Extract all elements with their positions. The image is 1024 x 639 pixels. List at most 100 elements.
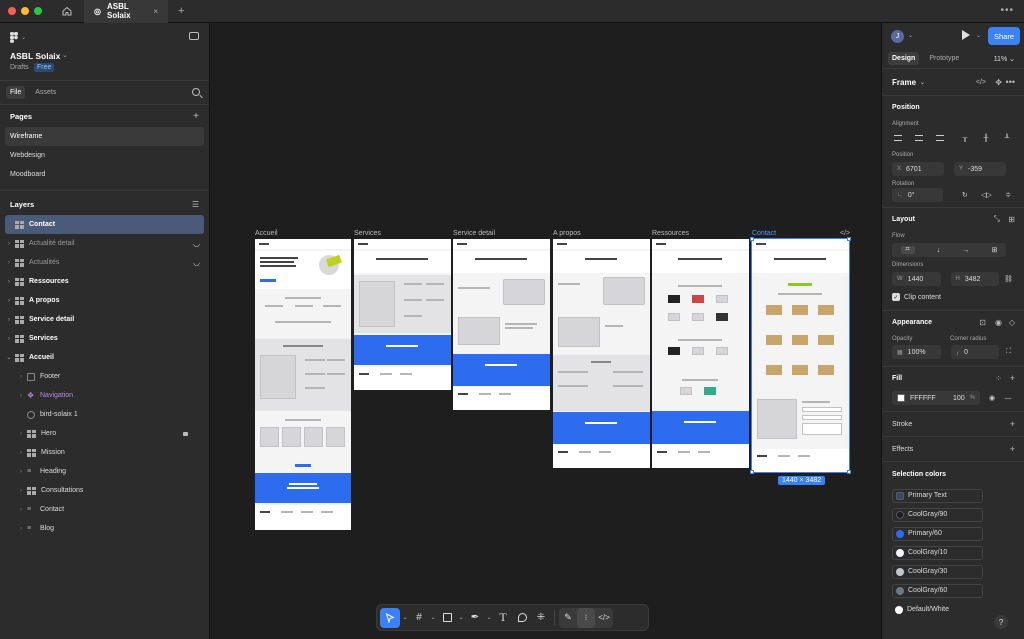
grid-layout-icon[interactable]: ⊞ bbox=[1008, 215, 1015, 224]
canvas[interactable]: Accueil Services Service detail A propos… bbox=[210, 23, 881, 639]
flip-horizontal-icon[interactable]: ◁▷ bbox=[981, 189, 993, 201]
frame-label-a-propos[interactable]: A propos bbox=[553, 230, 581, 237]
frame-tool-icon[interactable]: # bbox=[410, 608, 428, 628]
component-icon[interactable]: ✥ bbox=[995, 78, 1002, 87]
zoom-level[interactable]: 11% ⌄ bbox=[994, 55, 1015, 63]
grid-flow-icon[interactable]: ⊞ bbox=[992, 246, 998, 254]
page-item-webdesign[interactable]: Webdesign bbox=[5, 146, 204, 165]
caret-icon[interactable]: › bbox=[17, 488, 25, 494]
chevron-down-icon[interactable]: ⌄ bbox=[908, 32, 913, 39]
color-swatch[interactable] bbox=[896, 567, 904, 576]
frame-label-service-detail[interactable]: Service detail bbox=[453, 230, 495, 237]
layer-accueil[interactable]: ⌄ Accueil bbox=[5, 348, 204, 367]
dev-mode-icon[interactable]: </> bbox=[595, 608, 613, 628]
layer-blog[interactable]: › ≡ Blog bbox=[5, 519, 204, 538]
chevron-down-icon[interactable]: ⌄ bbox=[429, 608, 437, 628]
flip-vertical-icon[interactable]: ≑ bbox=[1002, 189, 1014, 201]
corner-radius-field[interactable]: ╭ 0 bbox=[950, 345, 999, 359]
remove-fill-icon[interactable]: — bbox=[1002, 392, 1014, 404]
chevron-down-icon[interactable]: ⌄ bbox=[457, 608, 465, 628]
close-window-button[interactable] bbox=[8, 7, 16, 15]
draw-mode-icon[interactable]: ✎ bbox=[559, 608, 577, 628]
layer-mission[interactable]: › Mission bbox=[5, 443, 204, 462]
color-swatch[interactable] bbox=[896, 529, 904, 538]
tab-file[interactable]: File bbox=[6, 86, 26, 99]
home-icon[interactable] bbox=[60, 4, 74, 18]
caret-icon[interactable]: › bbox=[5, 260, 13, 266]
frame-services[interactable] bbox=[354, 239, 451, 390]
clip-content-row[interactable]: ✓ Clip content bbox=[882, 288, 1024, 310]
color-swatch[interactable] bbox=[896, 586, 904, 595]
chevron-down-icon[interactable]: ⌄ bbox=[62, 51, 68, 59]
layers-options-icon[interactable]: ☰ bbox=[192, 200, 199, 209]
color-swatch[interactable] bbox=[895, 605, 903, 614]
styles-grid-icon[interactable]: ⁘ bbox=[995, 374, 1002, 383]
frame-label-ressources[interactable]: Ressources bbox=[652, 230, 689, 237]
add-stroke-icon[interactable]: + bbox=[1010, 419, 1015, 429]
frame-ressources[interactable] bbox=[652, 239, 749, 468]
new-tab-button[interactable]: + bbox=[178, 5, 184, 17]
fill-swatch[interactable] bbox=[897, 394, 905, 402]
align-top-icon[interactable]: ╥ bbox=[959, 132, 971, 144]
drop-icon[interactable]: ◇ bbox=[1009, 318, 1015, 327]
selection-color-row[interactable]: CoolGray/10 bbox=[882, 543, 1024, 562]
eye-icon[interactable]: ◉ bbox=[986, 392, 998, 404]
present-icon[interactable] bbox=[962, 30, 970, 40]
freeform-flow-icon[interactable]: ⌗ bbox=[900, 246, 915, 254]
color-swatch[interactable] bbox=[896, 510, 904, 519]
more-icon[interactable]: ••• bbox=[1006, 77, 1015, 87]
file-tab[interactable]: ◎ ASBL Solaix × bbox=[84, 0, 168, 23]
width-field[interactable]: W 1440 bbox=[892, 272, 941, 286]
layer-heading[interactable]: › ≡ Heading bbox=[5, 462, 204, 481]
close-tab-icon[interactable]: × bbox=[153, 7, 158, 16]
align-center-v-icon[interactable]: ╫ bbox=[980, 132, 992, 144]
auto-layout-icon[interactable]: ⤡ bbox=[994, 214, 1000, 224]
minimize-window-button[interactable] bbox=[21, 7, 29, 15]
caret-icon[interactable]: › bbox=[5, 317, 13, 323]
caret-icon[interactable]: › bbox=[17, 469, 25, 475]
share-button[interactable]: Share bbox=[988, 27, 1020, 45]
figma-menu-button[interactable]: ⌄ bbox=[10, 32, 26, 43]
layer-footer[interactable]: › Footer bbox=[5, 367, 204, 386]
more-icon[interactable]: ••• bbox=[1000, 5, 1014, 16]
color-swatch[interactable] bbox=[896, 548, 904, 557]
align-center-h-icon[interactable] bbox=[913, 132, 925, 144]
frame-label-contact[interactable]: Contact bbox=[752, 230, 776, 237]
maximize-window-button[interactable] bbox=[34, 7, 42, 15]
page-item-moodboard[interactable]: Moodboard bbox=[5, 165, 204, 184]
caret-icon[interactable]: › bbox=[5, 298, 13, 304]
caret-icon[interactable]: › bbox=[5, 241, 13, 247]
chevron-down-icon[interactable]: ⌄ bbox=[485, 608, 493, 628]
y-field[interactable]: Y -359 bbox=[954, 162, 1006, 176]
actions-tool-icon[interactable]: ⁜ bbox=[532, 608, 550, 628]
text-tool-icon[interactable]: T bbox=[494, 608, 512, 628]
eye-icon[interactable]: ◉ bbox=[995, 318, 1002, 327]
search-icon[interactable] bbox=[192, 88, 200, 96]
constrain-icon[interactable]: ⛓ bbox=[1003, 273, 1014, 285]
selection-color[interactable]: CoolGray/60 bbox=[892, 583, 983, 598]
frame-service-detail[interactable] bbox=[453, 239, 550, 410]
selection-color[interactable]: CoolGray/10 bbox=[892, 545, 983, 560]
frame-a-propos[interactable] bbox=[553, 239, 650, 468]
help-button[interactable]: ? bbox=[994, 615, 1008, 629]
caret-icon[interactable]: ⌄ bbox=[5, 354, 13, 361]
caret-icon[interactable]: › bbox=[17, 393, 25, 399]
pen-tool-icon[interactable]: ✒ bbox=[466, 608, 484, 628]
selection-color-row[interactable]: CoolGray/60 bbox=[882, 581, 1024, 600]
align-bottom-icon[interactable]: ╨ bbox=[1001, 132, 1013, 144]
add-fill-icon[interactable]: + bbox=[1010, 373, 1015, 383]
hidden-icon[interactable]: ◡ bbox=[193, 258, 200, 267]
frame-contact[interactable] bbox=[751, 238, 850, 473]
selection-color-row[interactable]: Primary/60 bbox=[882, 524, 1024, 543]
tab-assets[interactable]: Assets bbox=[31, 86, 60, 99]
align-left-icon[interactable] bbox=[892, 132, 904, 144]
color-swatch[interactable] bbox=[896, 491, 904, 500]
resize-handle[interactable] bbox=[750, 237, 754, 241]
layer-navigation[interactable]: › ❖ Navigation bbox=[5, 386, 204, 405]
selection-color[interactable]: Primary Text bbox=[892, 488, 983, 503]
drafts-label[interactable]: Drafts bbox=[10, 64, 29, 71]
selection-color-row[interactable]: CoolGray/30 bbox=[882, 562, 1024, 581]
layer-bird-solaix[interactable]: bird-solaix 1 bbox=[5, 405, 204, 424]
comment-tool-icon[interactable] bbox=[513, 608, 531, 628]
styles-icon[interactable]: ⊡ bbox=[979, 318, 986, 327]
